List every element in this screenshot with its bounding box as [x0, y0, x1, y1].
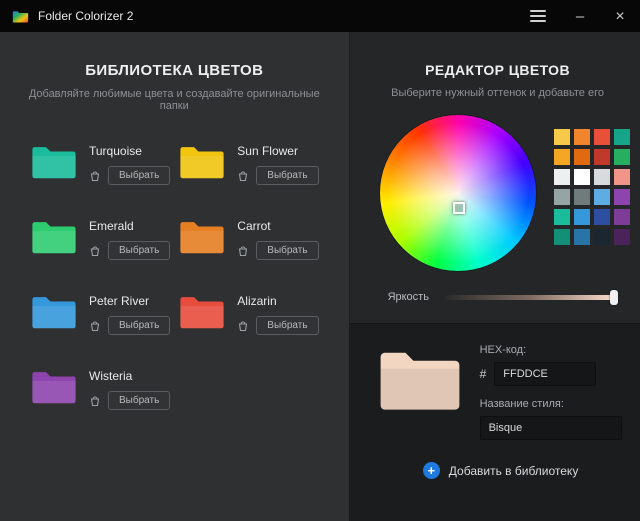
color-swatch[interactable]	[594, 229, 610, 245]
paint-bucket-icon[interactable]	[89, 320, 101, 332]
folder-icon	[30, 367, 78, 406]
folder-icon	[178, 217, 226, 256]
color-swatch[interactable]	[574, 229, 590, 245]
picker-row	[380, 115, 630, 271]
paint-bucket-icon[interactable]	[89, 245, 101, 257]
folder-icon	[178, 142, 226, 181]
paint-bucket-icon[interactable]	[237, 170, 249, 182]
color-swatch[interactable]	[614, 129, 630, 145]
color-swatch[interactable]	[554, 169, 570, 185]
paint-bucket-icon[interactable]	[89, 170, 101, 182]
hex-row: #	[480, 362, 626, 386]
add-to-library-label: Добавить в библиотеку	[449, 464, 579, 478]
editor-subtitle: Выберите нужный оттенок и добавьте его	[350, 87, 640, 99]
hex-input[interactable]	[494, 362, 596, 386]
editor-panel: РЕДАКТОР ЦВЕТОВ Выберите нужный оттенок …	[350, 32, 640, 521]
add-to-library-button[interactable]: + Добавить в библиотеку	[376, 462, 626, 479]
library-item-name: Wisteria	[89, 369, 170, 383]
style-name-input[interactable]	[480, 416, 622, 440]
paint-bucket-icon[interactable]	[89, 395, 101, 407]
library-item-name: Sun Flower	[237, 144, 318, 158]
color-swatch[interactable]	[574, 169, 590, 185]
select-button[interactable]: Выбрать	[256, 166, 318, 185]
library-item-name: Peter River	[89, 294, 170, 308]
minimize-button[interactable]: –	[572, 9, 588, 24]
select-button[interactable]: Выбрать	[108, 241, 170, 260]
color-swatch[interactable]	[614, 169, 630, 185]
folder-icon	[30, 217, 78, 256]
window-title: Folder Colorizer 2	[38, 9, 528, 23]
color-wheel[interactable]	[380, 115, 536, 271]
library-title: БИБЛИОТЕКА ЦВЕТОВ	[0, 62, 349, 79]
library-item-name: Carrot	[237, 219, 318, 233]
swatch-grid	[554, 129, 630, 245]
paint-bucket-icon[interactable]	[237, 320, 249, 332]
color-swatch[interactable]	[594, 149, 610, 165]
color-swatch[interactable]	[614, 229, 630, 245]
select-button[interactable]: Выбрать	[256, 316, 318, 335]
hex-label: HEX-код:	[480, 344, 626, 356]
library-item: Wisteria Выбрать	[30, 367, 170, 410]
preview-area: HEX-код: # Название стиля:	[376, 344, 626, 440]
library-item: Turquoise Выбрать	[30, 142, 170, 185]
brightness-label: Яркость	[388, 291, 429, 303]
color-swatch[interactable]	[554, 229, 570, 245]
brightness-slider[interactable]	[445, 295, 616, 300]
app-logo-icon	[12, 9, 29, 24]
color-wheel-selector[interactable]	[453, 202, 465, 214]
library-panel: БИБЛИОТЕКА ЦВЕТОВ Добавляйте любимые цве…	[0, 32, 350, 521]
color-swatch[interactable]	[554, 129, 570, 145]
brightness-row: Яркость	[388, 291, 616, 303]
color-swatch[interactable]	[594, 209, 610, 225]
folder-icon	[30, 292, 78, 331]
color-swatch[interactable]	[574, 189, 590, 205]
folder-icon	[178, 292, 226, 331]
library-item: Sun Flower Выбрать	[178, 142, 318, 185]
editor-title: РЕДАКТОР ЦВЕТОВ	[350, 62, 640, 78]
library-item: Peter River Выбрать	[30, 292, 170, 335]
brightness-slider-handle[interactable]	[610, 290, 618, 305]
color-swatch[interactable]	[594, 189, 610, 205]
library-item: Emerald Выбрать	[30, 217, 170, 260]
color-swatch[interactable]	[554, 189, 570, 205]
select-button[interactable]: Выбрать	[108, 166, 170, 185]
color-swatch[interactable]	[574, 209, 590, 225]
library-subtitle: Добавляйте любимые цвета и создавайте ор…	[0, 88, 349, 112]
preview-folder-icon	[376, 344, 464, 414]
folder-icon	[30, 142, 78, 181]
menu-icon[interactable]	[528, 6, 548, 26]
close-button[interactable]: ×	[612, 9, 628, 24]
color-swatch[interactable]	[614, 149, 630, 165]
color-swatch[interactable]	[594, 129, 610, 145]
select-button[interactable]: Выбрать	[256, 241, 318, 260]
select-button[interactable]: Выбрать	[108, 316, 170, 335]
color-swatch[interactable]	[614, 209, 630, 225]
color-swatch[interactable]	[574, 149, 590, 165]
editor-bottom-section: HEX-код: # Название стиля: + Добавить в …	[350, 323, 640, 521]
color-swatch[interactable]	[594, 169, 610, 185]
style-name-label: Название стиля:	[480, 398, 626, 410]
window-controls: – ×	[528, 6, 628, 26]
color-swatch[interactable]	[614, 189, 630, 205]
library-item: Alizarin Выбрать	[178, 292, 318, 335]
titlebar: Folder Colorizer 2 – ×	[0, 0, 640, 32]
color-swatch[interactable]	[574, 129, 590, 145]
library-item: Carrot Выбрать	[178, 217, 318, 260]
color-swatch[interactable]	[554, 149, 570, 165]
library-item-name: Alizarin	[237, 294, 318, 308]
color-swatch[interactable]	[554, 209, 570, 225]
library-item-name: Turquoise	[89, 144, 170, 158]
app-window: Folder Colorizer 2 – × БИБЛИОТЕКА ЦВЕТОВ…	[0, 0, 640, 521]
plus-icon: +	[423, 462, 440, 479]
select-button[interactable]: Выбрать	[108, 391, 170, 410]
main-content: БИБЛИОТЕКА ЦВЕТОВ Добавляйте любимые цве…	[0, 32, 640, 521]
library-grid: Turquoise Выбрать Sun Flower	[30, 142, 319, 410]
hex-prefix: #	[480, 367, 487, 381]
library-item-name: Emerald	[89, 219, 170, 233]
paint-bucket-icon[interactable]	[237, 245, 249, 257]
editor-fields: HEX-код: # Название стиля:	[480, 344, 626, 440]
